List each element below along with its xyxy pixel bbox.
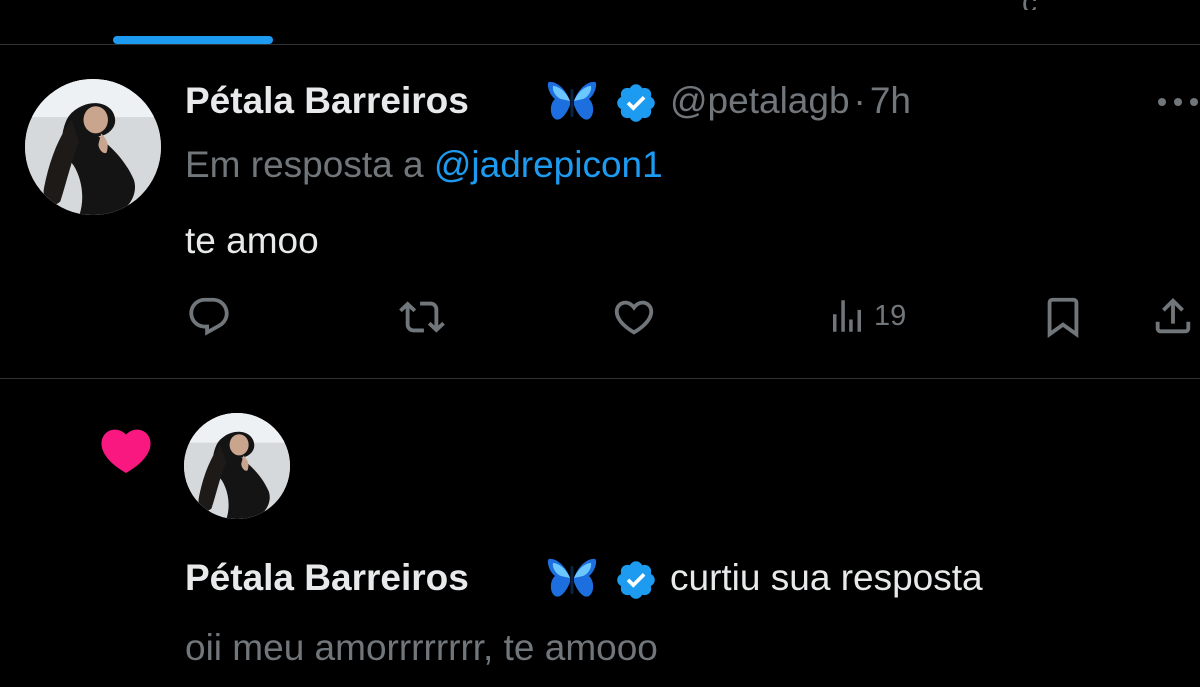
notifications-page: ç Pétala Barreiros @pet [0,0,1200,687]
tab-bar-divider [0,44,1200,45]
reply-prefix: Em resposta a [185,144,424,185]
tweet-handle[interactable]: @petalagb [670,80,850,121]
reply-to-mention[interactable]: @jadrepicon1 [434,144,663,185]
like-button[interactable] [610,294,658,340]
more-options-icon[interactable] [1156,96,1200,108]
avatar-photo [184,413,290,519]
views-count: 19 [874,299,907,332]
tweet-text: te amoo [185,220,319,261]
tweet-time[interactable]: 7h [870,80,911,121]
tweet-author-name[interactable]: Pétala Barreiros [185,80,469,122]
tab-bar: ç [0,0,1200,44]
retweet-icon [399,301,445,333]
heart-filled-icon [101,429,151,473]
notification-action-text: curtiu sua resposta [670,557,983,598]
reply-context: Em resposta a @jadrepicon1 [185,144,663,186]
verified-badge-icon [617,84,655,122]
tweet-handle-time: @petalagb · 7h [670,80,911,122]
reply-icon [189,297,229,336]
meta-separator: · [853,80,866,121]
like-icon [614,300,654,335]
avatar[interactable] [25,79,161,215]
tweet-divider [0,378,1200,379]
views-icon [833,300,861,332]
verified-badge-icon [617,561,655,599]
share-button[interactable] [1150,292,1196,340]
bookmark-button[interactable] [1040,292,1086,342]
retweet-button[interactable] [396,294,448,340]
share-icon [1155,297,1191,334]
bookmark-icon [1047,297,1079,338]
butterfly-icon [547,81,597,120]
notification-avatar[interactable] [184,413,290,519]
active-tab-indicator [113,36,273,44]
views-button[interactable]: 19 [826,295,906,337]
notification-preview-text: oii meu amorrrrrrrr, te amooo [185,627,658,668]
butterfly-icon [547,558,597,597]
tab-label-fragment[interactable]: ç [1022,0,1048,10]
avatar-photo [25,79,161,215]
reply-button[interactable] [186,294,232,340]
notification-author-name[interactable]: Pétala Barreiros [185,557,469,599]
